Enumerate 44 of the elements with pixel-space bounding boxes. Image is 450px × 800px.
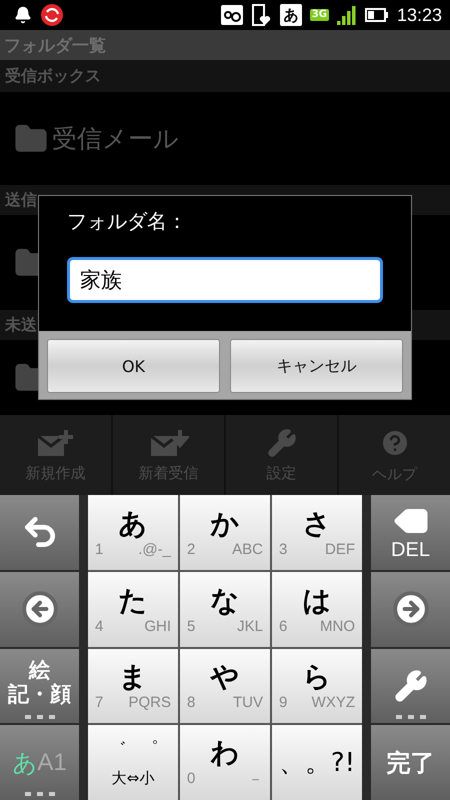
folder-name-field[interactable]: 家族 — [67, 257, 383, 303]
wrench-icon — [394, 668, 428, 703]
section-header: 受信ボックス — [5, 66, 101, 86]
cursor-right-key[interactable] — [371, 572, 450, 646]
kana-key[interactable]: は 6 MNO — [272, 572, 362, 646]
mail-download-icon — [148, 428, 188, 458]
phone-heart-icon — [252, 3, 272, 27]
undo-key[interactable] — [0, 495, 79, 570]
arrow-right-icon — [392, 590, 430, 628]
kana-key[interactable]: た 4 GHI — [88, 572, 178, 646]
wrench-icon — [266, 428, 296, 458]
kana-key[interactable]: か 2 ABC — [180, 495, 270, 570]
more-dots-icon — [24, 715, 54, 720]
signal-icon — [336, 5, 357, 25]
section-header: 送信 — [5, 190, 37, 210]
kana-key[interactable]: ら 9 WXYZ — [272, 648, 362, 724]
input-method-indicator: あ — [280, 4, 302, 26]
dakuten-key[interactable]: ゛ ゜ 大⇔小 — [88, 725, 178, 800]
delete-key[interactable]: DEL — [371, 495, 450, 570]
more-dots-icon — [24, 792, 54, 796]
arrow-left-icon — [20, 590, 58, 628]
punctuation-key[interactable]: 、。?! — [272, 725, 362, 800]
ok-button[interactable]: OK — [47, 339, 220, 393]
kana-key[interactable]: や 8 TUV — [180, 648, 270, 724]
voicemail-icon — [220, 4, 244, 26]
dialog-title: フォルダ名： — [67, 208, 188, 235]
section-header: 未送 — [5, 314, 37, 336]
notification-bell-icon — [14, 6, 32, 24]
done-key[interactable]: 完了 — [371, 725, 450, 800]
security-app-icon — [40, 3, 64, 27]
clock-time: 13:23 — [396, 4, 442, 26]
kana-key[interactable]: ま 7 PQRS — [88, 648, 178, 724]
cancel-button[interactable]: キャンセル — [230, 339, 403, 393]
tools-key[interactable] — [371, 648, 450, 724]
kana-key[interactable]: さ 3 DEF — [272, 495, 362, 570]
battery-icon — [364, 8, 389, 22]
kana-key[interactable]: な 5 JKL — [180, 572, 270, 646]
kana-key[interactable]: あ 1 .@-_ — [88, 495, 178, 570]
more-dots-icon — [396, 715, 426, 720]
kana-key[interactable]: わ 0 － — [180, 725, 270, 800]
mail-plus-icon — [36, 428, 76, 458]
cursor-left-key[interactable] — [0, 572, 79, 646]
network-type-badge: 3G — [310, 9, 329, 21]
emoji-key[interactable]: 絵 記・顔 — [0, 648, 79, 724]
